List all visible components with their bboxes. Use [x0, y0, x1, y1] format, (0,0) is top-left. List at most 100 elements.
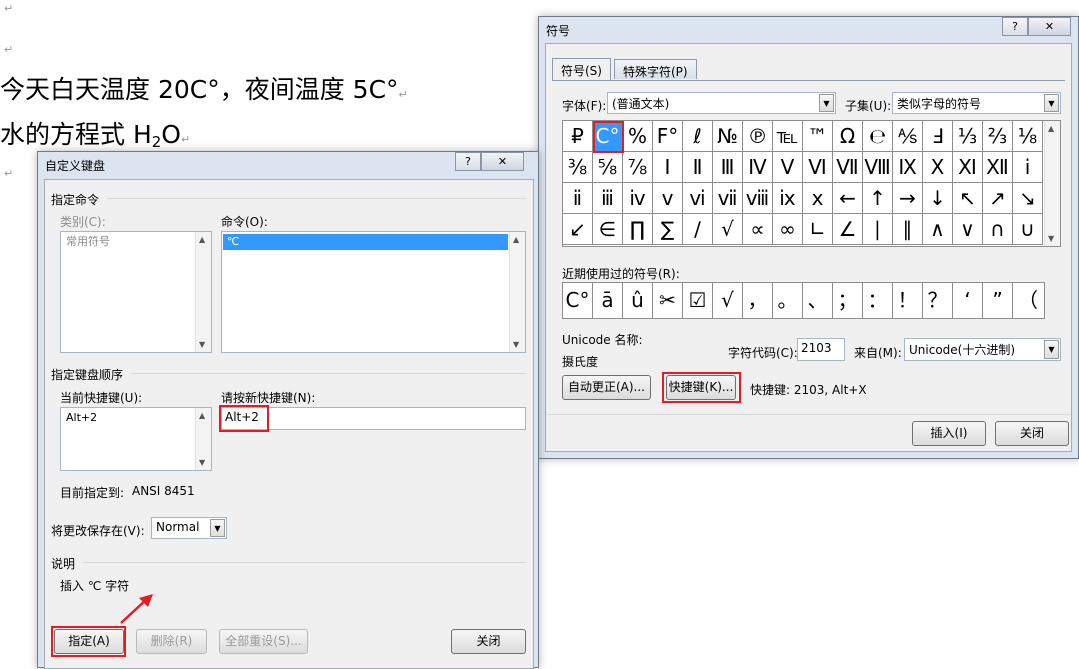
- symbol-cell[interactable]: ↑: [863, 183, 893, 214]
- reset-all-button[interactable]: 全部重设(S)...: [219, 629, 308, 654]
- symbol-cell[interactable]: Ⅵ: [803, 152, 833, 183]
- symbol-cell[interactable]: ∕: [683, 214, 713, 245]
- list-item[interactable]: Alt+2: [62, 410, 194, 426]
- tab-special-chars[interactable]: 特殊字符(P): [614, 59, 697, 79]
- symbol-cell[interactable]: Ⅴ: [773, 152, 803, 183]
- symbol-cell[interactable]: ⅲ: [593, 183, 623, 214]
- symbol-cell[interactable]: ⅛: [1013, 121, 1043, 152]
- scroll-up-icon[interactable]: ▲: [199, 411, 205, 420]
- chevron-down-icon[interactable]: ▼: [819, 94, 834, 112]
- symbol-cell[interactable]: Ⅷ: [863, 152, 893, 183]
- current-keys-list[interactable]: Alt+2 ▲ ▼: [60, 407, 212, 471]
- symbol-cell[interactable]: F°: [653, 121, 683, 152]
- symbol-cell[interactable]: ⅴ: [653, 183, 683, 214]
- close-button[interactable]: 关闭: [995, 421, 1069, 446]
- symbol-cell[interactable]: ↖: [953, 183, 983, 214]
- close-button[interactable]: 关闭: [451, 629, 526, 654]
- symbol-cell[interactable]: ⅔: [983, 121, 1013, 152]
- symbol-cell[interactable]: ∞: [773, 214, 803, 245]
- insert-button[interactable]: 插入(I): [912, 421, 986, 446]
- scrollbar[interactable]: ▲ ▼: [195, 232, 211, 352]
- symbol-cell[interactable]: √: [713, 214, 743, 245]
- symbol-cell[interactable]: Ⅱ: [683, 152, 713, 183]
- symbol-cell[interactable]: ∩: [983, 214, 1013, 245]
- symbol-cell[interactable]: ⅹ: [803, 183, 833, 214]
- recent-symbol-cell[interactable]: 、: [803, 283, 833, 318]
- symbol-cell[interactable]: Ⅹ: [923, 152, 953, 183]
- symbol-cell[interactable]: ⅳ: [623, 183, 653, 214]
- scrollbar[interactable]: ▲ ▼: [509, 232, 525, 352]
- symbol-cell[interactable]: ℓ: [683, 121, 713, 152]
- symbol-cell[interactable]: →: [893, 183, 923, 214]
- symbol-cell[interactable]: ∨: [953, 214, 983, 245]
- autocorrect-button[interactable]: 自动更正(A)...: [562, 375, 651, 400]
- symbol-cell[interactable]: ∪: [1013, 214, 1043, 245]
- symbol-cell[interactable]: Ⅺ: [953, 152, 983, 183]
- symbol-cell[interactable]: ∟: [803, 214, 833, 245]
- close-icon[interactable]: ✕: [481, 152, 524, 171]
- symbol-cell[interactable]: ∝: [743, 214, 773, 245]
- symbol-cell[interactable]: Ⅰ: [653, 152, 683, 183]
- symbol-cell[interactable]: ⅞: [623, 152, 653, 183]
- symbol-cell[interactable]: ∈: [593, 214, 623, 245]
- symbol-cell[interactable]: ↓: [923, 183, 953, 214]
- symbol-cell[interactable]: ∠: [833, 214, 863, 245]
- symbol-cell[interactable]: Ⅳ: [743, 152, 773, 183]
- category-list[interactable]: 常用符号 ▲ ▼: [60, 231, 212, 353]
- chevron-down-icon[interactable]: ▼: [210, 519, 225, 537]
- symbol-cell[interactable]: ↗: [983, 183, 1013, 214]
- symbol-cell[interactable]: ℗: [743, 121, 773, 152]
- symbol-cell[interactable]: Ⅻ: [983, 152, 1013, 183]
- recent-symbol-cell[interactable]: √: [713, 283, 743, 318]
- symbol-cell[interactable]: ⅵ: [683, 183, 713, 214]
- symbol-cell[interactable]: Ⅎ: [923, 121, 953, 152]
- symbol-cell[interactable]: ⅓: [953, 121, 983, 152]
- recent-symbol-cell[interactable]: ！: [893, 283, 923, 318]
- scroll-up-icon[interactable]: ▲: [1048, 124, 1054, 133]
- symbol-grid[interactable]: ▲ ▼ ₽ C°% F° ℓ № ℗ ℡ ™ Ω ℮ ⅍ Ⅎ ⅓ ⅔ ⅛ ⅜ ⅝ ⅞ Ⅰ Ⅱ Ⅲ Ⅳ Ⅴ Ⅵ Ⅶ Ⅷ Ⅸ Ⅹ Ⅺ Ⅻⅰ ⅱ ⅲ…: [562, 120, 1061, 247]
- recent-symbol-cell[interactable]: ，: [743, 283, 773, 318]
- scrollbar[interactable]: ▲ ▼: [195, 408, 211, 470]
- symbol-cell[interactable]: ⅜: [563, 152, 593, 183]
- subset-select[interactable]: 类似字母的符号 ▼: [892, 92, 1061, 114]
- symbol-cell[interactable]: ↘: [1013, 183, 1043, 214]
- scroll-down-icon[interactable]: ▼: [199, 458, 205, 467]
- symbol-cell[interactable]: Ω: [833, 121, 863, 152]
- help-button[interactable]: ?: [1002, 17, 1028, 36]
- recent-symbol-cell[interactable]: ☑: [683, 283, 713, 318]
- symbol-cell[interactable]: Ⅶ: [833, 152, 863, 183]
- scroll-down-icon[interactable]: ▼: [513, 340, 519, 349]
- symbol-cell[interactable]: ™: [803, 121, 833, 152]
- recent-symbol-cell[interactable]: û: [623, 283, 653, 318]
- save-in-select[interactable]: Normal ▼: [151, 517, 227, 539]
- symbol-cell[interactable]: Ⅸ: [893, 152, 923, 183]
- char-code-field[interactable]: 2103: [797, 338, 845, 361]
- recent-symbol-cell[interactable]: ”: [983, 283, 1013, 318]
- scroll-down-icon[interactable]: ▼: [1048, 234, 1054, 243]
- recent-symbol-cell[interactable]: （: [1013, 283, 1043, 318]
- symbol-cell[interactable]: ℮: [863, 121, 893, 152]
- chevron-down-icon[interactable]: ▼: [1044, 94, 1059, 112]
- font-select[interactable]: (普通文本) ▼: [607, 92, 836, 114]
- symbol-cell[interactable]: ∣: [863, 214, 893, 245]
- symbol-dialog-titlebar[interactable]: 符号 ? ✕: [539, 17, 1078, 44]
- symbol-cell[interactable]: Ⅲ: [713, 152, 743, 183]
- symbol-cell[interactable]: %: [623, 121, 653, 152]
- recent-symbol-cell[interactable]: C°: [563, 283, 593, 318]
- symbol-cell[interactable]: ∧: [923, 214, 953, 245]
- command-list[interactable]: ℃ ▲ ▼: [221, 231, 526, 353]
- symbol-cell[interactable]: ∥: [893, 214, 923, 245]
- symbol-cell[interactable]: ℡: [773, 121, 803, 152]
- list-item[interactable]: 常用符号: [62, 234, 194, 250]
- scroll-up-icon[interactable]: ▲: [513, 235, 519, 244]
- tab-symbols[interactable]: 符号(S): [552, 58, 611, 80]
- symbol-grid-scrollbar[interactable]: ▲ ▼: [1044, 121, 1060, 246]
- symbol-cell[interactable]: ↙: [563, 214, 593, 245]
- scroll-down-icon[interactable]: ▼: [199, 340, 205, 349]
- recent-symbol-cell[interactable]: ā: [593, 283, 623, 318]
- recent-symbol-cell[interactable]: ✂: [653, 283, 683, 318]
- recent-symbols-row[interactable]: C° ā û ✂ ☑ √，。、；：！？ ‘” （: [562, 282, 1045, 319]
- symbol-cell[interactable]: №: [713, 121, 743, 152]
- symbol-cell[interactable]: ⅍: [893, 121, 923, 152]
- symbol-cell[interactable]: ⅷ: [743, 183, 773, 214]
